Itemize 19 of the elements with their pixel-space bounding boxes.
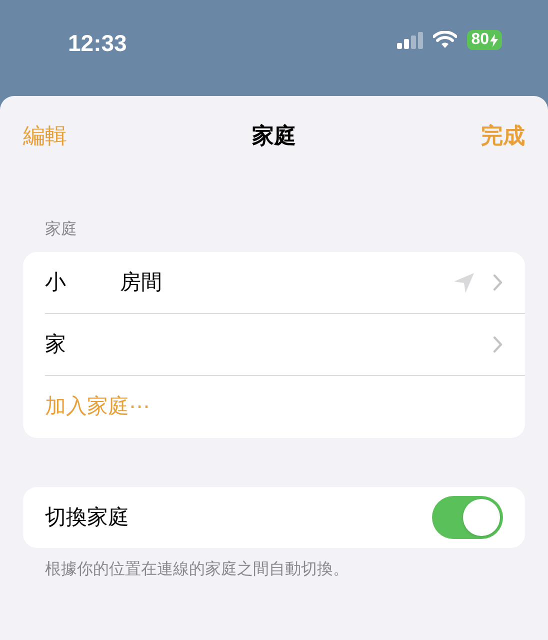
switch-homes-toggle[interactable] — [432, 496, 503, 539]
section-header: 家庭 — [45, 221, 77, 238]
home-name: 家 — [45, 332, 66, 358]
switch-footer: 根據你的位置在連線的家庭之間自動切換。 — [45, 561, 349, 578]
signal-icon — [397, 32, 424, 48]
switch-label: 切換家庭 — [45, 504, 129, 531]
home-name: 小 — [45, 270, 66, 296]
battery-level: 80 — [471, 32, 489, 48]
home-row[interactable]: 家 — [23, 314, 525, 376]
edit-button[interactable]: 編輯 — [23, 118, 67, 152]
status-time: 12:33 — [68, 29, 127, 58]
join-home-button[interactable]: 加入家庭⋯ — [23, 376, 525, 438]
home-row[interactable]: 小 房間 — [23, 252, 525, 314]
wifi-icon — [433, 31, 458, 49]
chevron-icon — [493, 336, 503, 353]
sheet-title: 家庭 — [252, 122, 296, 150]
home-name: 房間 — [120, 270, 162, 296]
chevron-icon — [493, 274, 503, 291]
done-button[interactable]: 完成 — [481, 118, 525, 152]
